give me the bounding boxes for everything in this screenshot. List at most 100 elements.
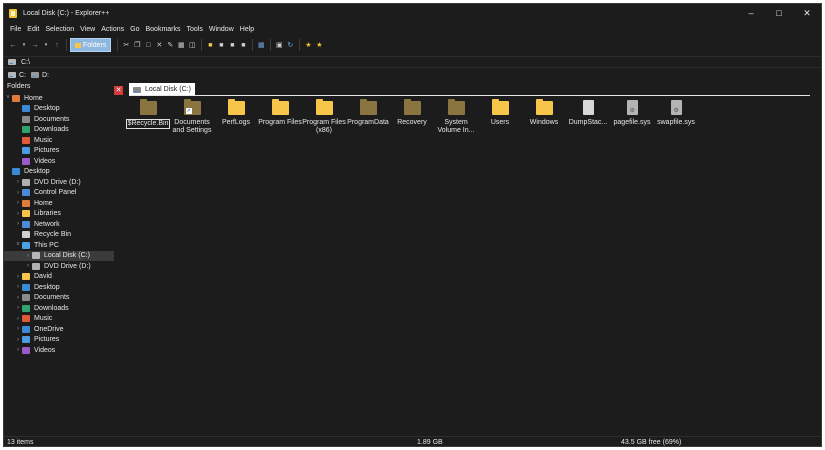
tree-item[interactable]: › OneDrive <box>4 324 114 335</box>
tree-item[interactable]: › Downloads <box>4 303 114 314</box>
add-bookmark-icon[interactable]: ★ <box>303 40 313 50</box>
forward-dropdown-icon[interactable]: ▾ <box>41 40 51 50</box>
chevron-right-icon[interactable]: › <box>14 305 22 311</box>
new-folder-icon[interactable]: ■ <box>205 40 215 50</box>
delete-icon[interactable]: ✕ <box>154 40 164 50</box>
chevron-right-icon[interactable]: › <box>14 316 22 322</box>
cut-icon[interactable]: ✂ <box>121 40 131 50</box>
menu-bookmarks[interactable]: Bookmarks <box>143 26 184 33</box>
file-icon <box>582 100 594 115</box>
tree-item[interactable]: › Desktop <box>4 282 114 293</box>
menu-file[interactable]: File <box>7 26 24 33</box>
chevron-right-icon[interactable]: › <box>24 263 32 269</box>
tree-item[interactable]: › DVD Drive (D:) <box>4 261 114 272</box>
properties-icon[interactable]: ▦ <box>176 40 186 50</box>
chevron-right-icon[interactable]: › <box>14 190 22 196</box>
file-item[interactable]: ⚙ pagefile.sys <box>610 98 654 127</box>
tree-item[interactable]: Desktop <box>4 167 114 178</box>
file-item[interactable]: ProgramData <box>346 98 390 127</box>
tree-item[interactable]: › DVD Drive (D:) <box>4 177 114 188</box>
rename-icon[interactable]: ✎ <box>165 40 175 50</box>
chevron-right-icon[interactable]: › <box>14 211 22 217</box>
map-drive-icon[interactable]: ■ <box>238 40 248 50</box>
tree-item[interactable]: ˅ This PC <box>4 240 114 251</box>
up-icon[interactable]: ↑ <box>52 40 62 50</box>
organize-bookmarks-icon[interactable]: ★ <box>314 40 324 50</box>
file-item[interactable]: ↗ Documents and Settings <box>170 98 214 135</box>
maximize-icon[interactable]: □ <box>765 4 793 22</box>
file-item[interactable]: $Recycle.Bin <box>125 98 171 129</box>
file-item[interactable]: ⚙ swapfile.sys <box>654 98 698 127</box>
file-item[interactable]: Windows <box>522 98 566 127</box>
chevron-right-icon[interactable]: › <box>14 284 22 290</box>
tree-item[interactable]: Documents <box>4 114 114 125</box>
tree-item[interactable]: › Local Disk (C:) <box>4 250 114 261</box>
tree-item[interactable]: Recycle Bin <box>4 230 114 241</box>
refresh-icon[interactable]: ↻ <box>285 40 295 50</box>
tree-item[interactable]: Downloads <box>4 125 114 136</box>
copy-icon[interactable]: ❐ <box>132 40 142 50</box>
menu-go[interactable]: Go <box>127 26 142 33</box>
address-input[interactable]: C:\ <box>21 59 30 66</box>
file-list: $Recycle.Bin ↗ Documents and Settings PerfL… <box>125 98 816 428</box>
chevron-right-icon[interactable]: › <box>14 326 22 332</box>
new-file-icon[interactable]: ◫ <box>187 40 197 50</box>
tree-item[interactable]: › Music <box>4 314 114 325</box>
tree-item[interactable]: › Videos <box>4 345 114 356</box>
minimize-icon[interactable]: – <box>737 4 765 22</box>
file-item[interactable]: System Volume In... <box>434 98 478 135</box>
chevron-down-icon[interactable]: ˅ <box>4 95 12 101</box>
close-tab-icon[interactable]: ✕ <box>114 86 123 95</box>
menu-actions[interactable]: Actions <box>98 26 127 33</box>
file-item[interactable]: DumpStac... <box>566 98 610 127</box>
menu-tools[interactable]: Tools <box>184 26 206 33</box>
chevron-right-icon[interactable]: › <box>24 253 32 259</box>
menu-edit[interactable]: Edit <box>24 26 42 33</box>
tree-item[interactable]: › Home <box>4 198 114 209</box>
tree-item[interactable]: Desktop <box>4 104 114 115</box>
chevron-right-icon[interactable]: › <box>14 179 22 185</box>
file-item[interactable]: Users <box>478 98 522 127</box>
tree-item[interactable]: › David <box>4 272 114 283</box>
chevron-right-icon[interactable]: › <box>14 200 22 206</box>
chevron-right-icon[interactable]: › <box>14 347 22 353</box>
paste-icon[interactable]: □ <box>143 40 153 50</box>
chevron-right-icon[interactable]: › <box>14 337 22 343</box>
address-bar[interactable]: C:\ <box>4 56 821 68</box>
chevron-down-icon[interactable]: ˅ <box>14 242 22 248</box>
views-icon[interactable]: ▦ <box>256 40 266 50</box>
file-item[interactable]: Recovery <box>390 98 434 127</box>
folders-button[interactable]: Folders <box>70 38 112 52</box>
file-item[interactable]: Program Files (x86) <box>302 98 346 135</box>
tree-item[interactable]: Pictures <box>4 146 114 157</box>
tree-item[interactable]: Videos <box>4 156 114 167</box>
menu-help[interactable]: Help <box>237 26 257 33</box>
drive-button-d[interactable]: D: <box>31 72 49 79</box>
menu-view[interactable]: View <box>77 26 98 33</box>
drive-icon <box>8 72 16 78</box>
chevron-right-icon[interactable]: › <box>14 295 22 301</box>
tree-item[interactable]: › Documents <box>4 293 114 304</box>
menu-window[interactable]: Window <box>206 26 237 33</box>
back-dropdown-icon[interactable]: ▾ <box>19 40 29 50</box>
copy-to-icon[interactable]: ■ <box>227 40 237 50</box>
back-icon[interactable]: ← <box>8 40 18 50</box>
drive-button-c[interactable]: C: <box>8 72 26 79</box>
drive-icon <box>133 86 141 93</box>
command-prompt-icon[interactable]: ▣ <box>274 40 284 50</box>
tree-item[interactable]: Music <box>4 135 114 146</box>
tree-item[interactable]: ˅ Home <box>4 93 114 104</box>
close-icon[interactable]: ✕ <box>793 4 821 22</box>
tree-item[interactable]: › Libraries <box>4 209 114 220</box>
chevron-right-icon[interactable]: › <box>14 274 22 280</box>
file-item[interactable]: PerfLogs <box>214 98 258 127</box>
forward-icon[interactable]: → <box>30 40 40 50</box>
tree-item[interactable]: › Network <box>4 219 114 230</box>
tree-item[interactable]: › Control Panel <box>4 188 114 199</box>
move-to-icon[interactable]: ■ <box>216 40 226 50</box>
file-item[interactable]: Program Files <box>258 98 302 127</box>
menu-selection[interactable]: Selection <box>42 26 77 33</box>
tree-item[interactable]: › Pictures <box>4 335 114 346</box>
folders-pane: Folders ˅ Home Desktop Documents Downloads Mu… <box>4 81 114 436</box>
chevron-right-icon[interactable]: › <box>14 221 22 227</box>
